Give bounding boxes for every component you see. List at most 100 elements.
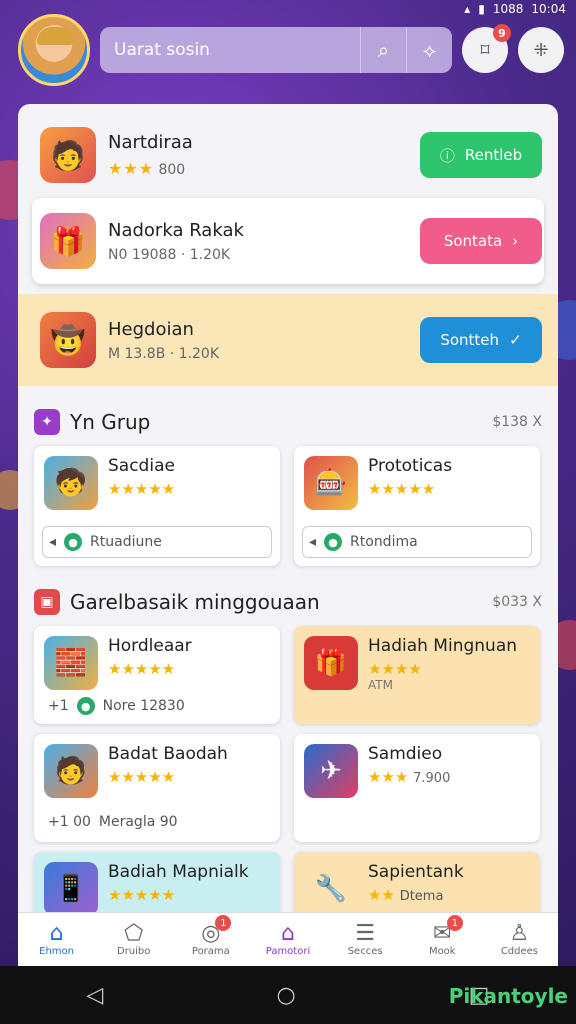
app-icon: 🧱 — [44, 636, 98, 690]
bottom-nav: ⌂ Ehmon ⬠ Druibo ◎ Porama 1 ⌂ Pamotori ☰ Secce… — [18, 912, 558, 966]
search-icon[interactable]: ⌕ — [360, 27, 406, 73]
featured-item[interactable]: 🤠 Hegdoian M 13.8B · 1.20K Sontteh ✓ — [18, 294, 558, 386]
app-icon: 🎁 — [40, 213, 96, 269]
notification-badge: 9 — [493, 24, 511, 42]
nav-badge: 1 — [215, 915, 232, 931]
tile-footer: +1 00 Meragla 90 — [48, 814, 178, 830]
tile-title: Samdieo — [368, 744, 443, 764]
play-icon: ◂ — [309, 534, 317, 550]
search-button[interactable]: Sontteh ✓ — [420, 317, 542, 363]
pentagon-icon: ⬠ — [124, 921, 144, 946]
menu-button[interactable]: ⁜ — [518, 27, 564, 73]
featured-title: Nartdiraa — [108, 132, 193, 153]
featured-meta: 800 — [158, 162, 186, 178]
tile-title: Prototicas — [368, 456, 453, 476]
user-icon: ● — [324, 533, 343, 551]
search-input[interactable]: Uarat sosin — [114, 40, 360, 60]
rating-stars: ★★★★★ — [108, 480, 176, 498]
wrench-icon: 🔧 — [314, 874, 348, 904]
rating-stars: ★★★★★ — [108, 768, 176, 786]
app-icon: 📱 — [44, 862, 98, 916]
nav-item-mail[interactable]: ✉ Mook 1 — [404, 913, 481, 966]
check-icon: ✓ — [509, 331, 522, 349]
avatar[interactable] — [18, 14, 90, 86]
section-meta[interactable]: $033 X — [492, 594, 542, 610]
play-icon: ◂ — [49, 534, 57, 550]
tile-footer[interactable]: ◂ ● Rtuadiune — [42, 526, 272, 558]
app-icon: 🤠 — [40, 312, 96, 368]
tile-title: Hadiah Mingnuan — [368, 636, 518, 656]
rating-stars: ★★★★★ — [108, 660, 176, 678]
rating-stars: ★★ — [368, 886, 395, 904]
tile-sub: 7.900 — [413, 771, 451, 786]
group-icon: ✦ — [34, 409, 60, 435]
featured-title: Hegdoian — [108, 318, 194, 340]
nav-item-store[interactable]: ⌂ Pamotori — [249, 913, 326, 966]
tile-title: Sacdiae — [108, 456, 175, 476]
tile-grid: 🧒 Sacdiae ★★★★★ ◂ ● Rtuadiune 🎰 Prototica… — [18, 446, 558, 566]
tile-sub: Dtema — [399, 889, 444, 904]
menu-icon: ⁜ — [533, 39, 549, 61]
rating-stars: ★★★★★ — [108, 886, 176, 904]
app-tile[interactable]: ✈ Samdieo ★★★ 7.900 — [294, 734, 540, 842]
gift-icon: ▣ — [34, 589, 60, 615]
bell-icon: ⌑ — [480, 39, 490, 61]
section-header: ✦ Yn Grup $138 X — [18, 398, 558, 446]
app-icon: 🧑 — [44, 744, 98, 798]
nav-badge: 1 — [446, 915, 463, 931]
back-icon[interactable]: ◁ — [87, 983, 104, 1008]
rating-stars: ★★★★★ — [368, 480, 436, 498]
info-icon: ⓘ — [439, 146, 455, 165]
tile-title: Badiah Mapnialk — [108, 862, 249, 882]
section-header: ▣ Garelbasaik minggouaan $033 X — [18, 578, 558, 626]
rating-stars: ★★★ — [108, 159, 155, 178]
nav-item-home[interactable]: ⌂ Ehmon — [18, 913, 95, 966]
app-tile[interactable]: 🎰 Prototicas ★★★★★ ◂ ● Rtondima — [294, 446, 540, 566]
featured-meta: M 13.8B · 1.20K — [108, 345, 220, 362]
featured-item[interactable]: 🎁 Nadorka Rakak N0 19088 · 1.20K Sontata… — [32, 198, 544, 284]
rating-stars: ★★★★ — [368, 660, 422, 678]
chevron-right-icon: › — [512, 232, 519, 250]
tile-title: Badat Baodah — [108, 744, 228, 764]
featured-title: Nadorka Rakak — [108, 219, 244, 241]
featured-meta: N0 19088 · 1.20K — [108, 246, 231, 263]
search-bar[interactable]: Uarat sosin ⌕ ⟡ — [100, 27, 452, 73]
home-icon: ⌂ — [49, 921, 64, 946]
app-tile[interactable]: 🧑 Badat Baodah ★★★★★ +1 00 Meragla 90 — [34, 734, 280, 842]
tile-sub: ATM — [368, 678, 393, 692]
section-title: Garelbasaik minggouaan — [70, 590, 320, 614]
featured-item[interactable]: 🧑 Nartdiraa ★★★ 800 ⓘ Rentleb — [18, 112, 558, 198]
nav-item-list[interactable]: ☰ Secces — [327, 913, 404, 966]
nav-item-promo[interactable]: ◎ Porama 1 — [172, 913, 249, 966]
brand-logo: Pikantoyle — [448, 984, 568, 1008]
open-button[interactable]: Sontata › — [420, 218, 542, 264]
app-tile[interactable]: 🎁 Hadiah Mingnuan ★★★★ ATM — [294, 626, 540, 724]
app-icon: 🎰 — [304, 456, 358, 510]
app-icon: 🧑 — [40, 127, 96, 183]
header: Uarat sosin ⌕ ⟡ ⌑ 9 ⁜ — [18, 10, 564, 90]
rating-stars: ★★★ — [368, 768, 409, 786]
home-circle-icon[interactable]: ○ — [276, 983, 295, 1008]
tile-title: Hordleaar — [108, 636, 192, 656]
share-icon[interactable]: ⟡ — [406, 27, 452, 73]
user-icon: ● — [64, 533, 83, 551]
app-icon: ✈ — [304, 744, 358, 798]
app-tile[interactable]: 🧒 Sacdiae ★★★★★ ◂ ● Rtuadiune — [34, 446, 280, 566]
list-icon: ☰ — [355, 921, 375, 946]
tile-footer[interactable]: ◂ ● Rtondima — [302, 526, 532, 558]
main-panel: 🧑 Nartdiraa ★★★ 800 ⓘ Rentleb 🎁 Nadorka R… — [18, 104, 558, 966]
user-icon: ● — [76, 697, 95, 715]
nav-item-games[interactable]: ⬠ Druibo — [95, 913, 172, 966]
tile-footer: +1 ● Nore 12830 — [48, 697, 185, 715]
app-icon: 🎁 — [304, 636, 358, 690]
tile-title: Sapientank — [368, 862, 464, 882]
app-icon: 🧒 — [44, 456, 98, 510]
nav-item-profile[interactable]: ♙ Cddees — [481, 913, 558, 966]
section-title: Yn Grup — [70, 410, 151, 434]
notification-button[interactable]: ⌑ 9 — [462, 24, 511, 73]
person-icon: ♙ — [509, 921, 530, 946]
section-meta[interactable]: $138 X — [492, 414, 542, 430]
store-icon: ⌂ — [281, 921, 295, 946]
app-tile[interactable]: 🧱 Hordleaar ★★★★★ +1 ● Nore 12830 — [34, 626, 280, 724]
install-button[interactable]: ⓘ Rentleb — [420, 132, 542, 178]
